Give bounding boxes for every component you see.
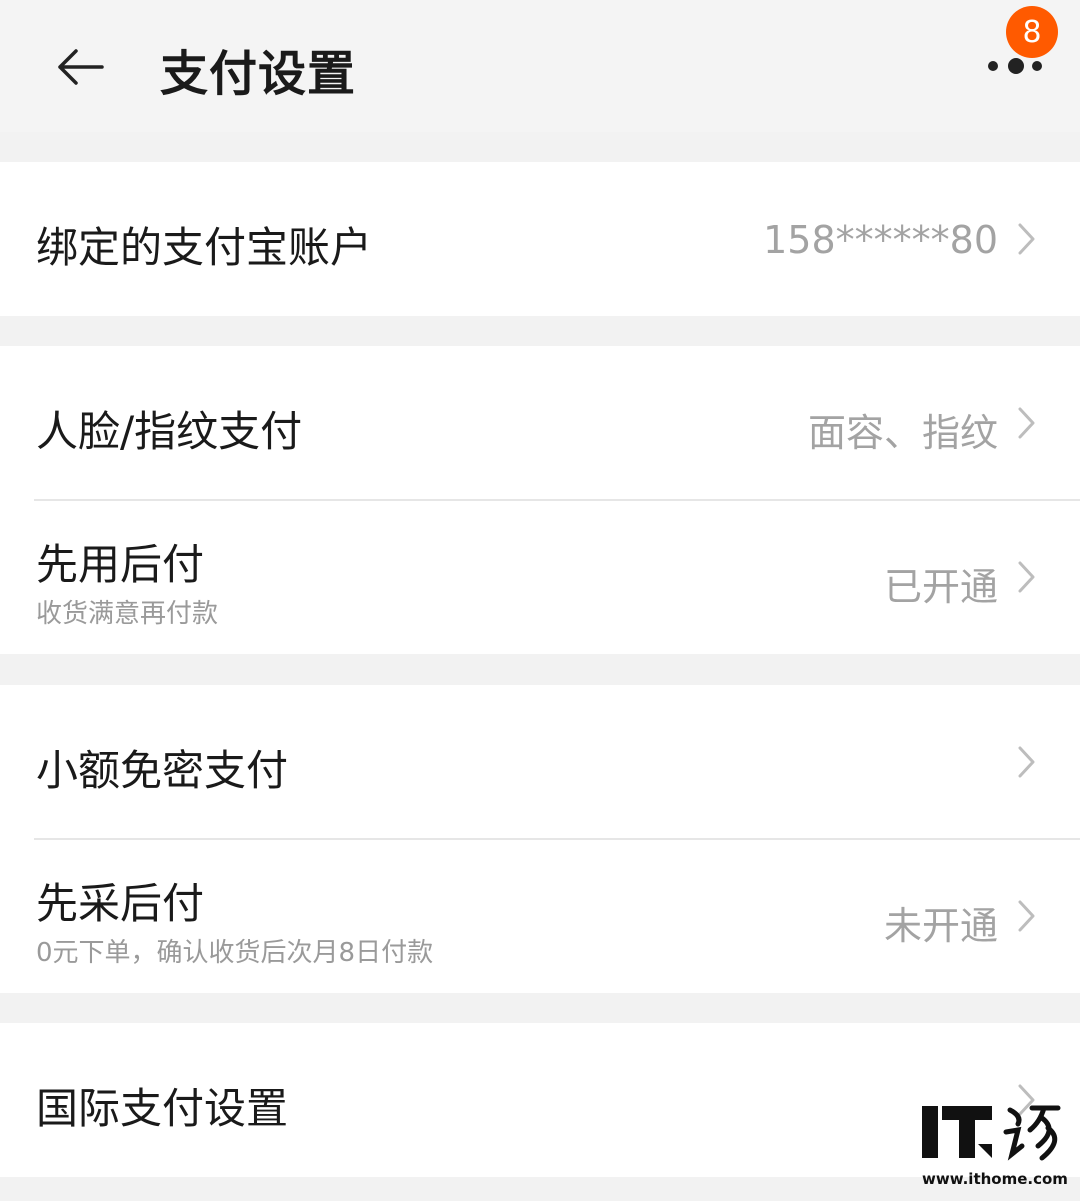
row-label: 先用后付: [36, 540, 205, 589]
row-sublabel: 0元下单，确认收货后次月8日付款: [36, 938, 434, 968]
row-label: 国际支付设置: [36, 1084, 289, 1133]
arrow-left-icon: [58, 49, 104, 85]
app-header: 支付设置 8: [0, 0, 1080, 132]
chevron-right-icon: [1018, 900, 1035, 932]
more-dot: [1008, 58, 1024, 74]
back-button[interactable]: [50, 40, 110, 94]
row-value: 未开通: [883, 904, 998, 948]
row-value: 158******80: [763, 218, 998, 262]
notification-badge: 8: [1006, 6, 1058, 58]
chevron-right-icon: [1018, 407, 1035, 439]
ithome-logo-icon: [922, 1105, 1061, 1161]
row-label: 先采后付: [36, 879, 205, 928]
row-buy-first-pay-later[interactable]: 先采后付 0元下单，确认收货后次月8日付款 未开通: [0, 840, 1080, 993]
row-label: 小额免密支付: [36, 746, 289, 795]
row-alipay-account[interactable]: 绑定的支付宝账户 158******80: [0, 162, 1080, 316]
row-sublabel: 收货满意再付款: [36, 599, 219, 629]
ithome-watermark: www.ithome.com: [918, 1100, 1074, 1192]
settings-group-credit: 小额免密支付 先采后付 0元下单，确认收货后次月8日付款 未开通: [0, 685, 1080, 993]
row-use-first-pay-later[interactable]: 先用后付 收货满意再付款 已开通: [0, 501, 1080, 654]
row-label: 绑定的支付宝账户: [36, 223, 373, 272]
row-small-password-free-pay[interactable]: 小额免密支付: [0, 685, 1080, 839]
row-face-fingerprint-pay[interactable]: 人脸/指纹支付 面容、指纹: [0, 346, 1080, 500]
chevron-right-icon: [1018, 746, 1035, 778]
more-dot: [988, 61, 998, 71]
row-value: 面容、指纹: [807, 411, 998, 455]
row-value: 已开通: [883, 565, 998, 609]
settings-group-account: 绑定的支付宝账户 158******80: [0, 162, 1080, 316]
page-title: 支付设置: [160, 46, 357, 102]
chevron-right-icon: [1018, 561, 1035, 593]
row-label: 人脸/指纹支付: [36, 407, 303, 456]
watermark-url: www.ithome.com: [922, 1170, 1068, 1188]
settings-group-payment: 人脸/指纹支付 面容、指纹 先用后付 收货满意再付款 已开通: [0, 346, 1080, 654]
more-dot: [1032, 61, 1042, 71]
chevron-right-icon: [1018, 223, 1035, 255]
